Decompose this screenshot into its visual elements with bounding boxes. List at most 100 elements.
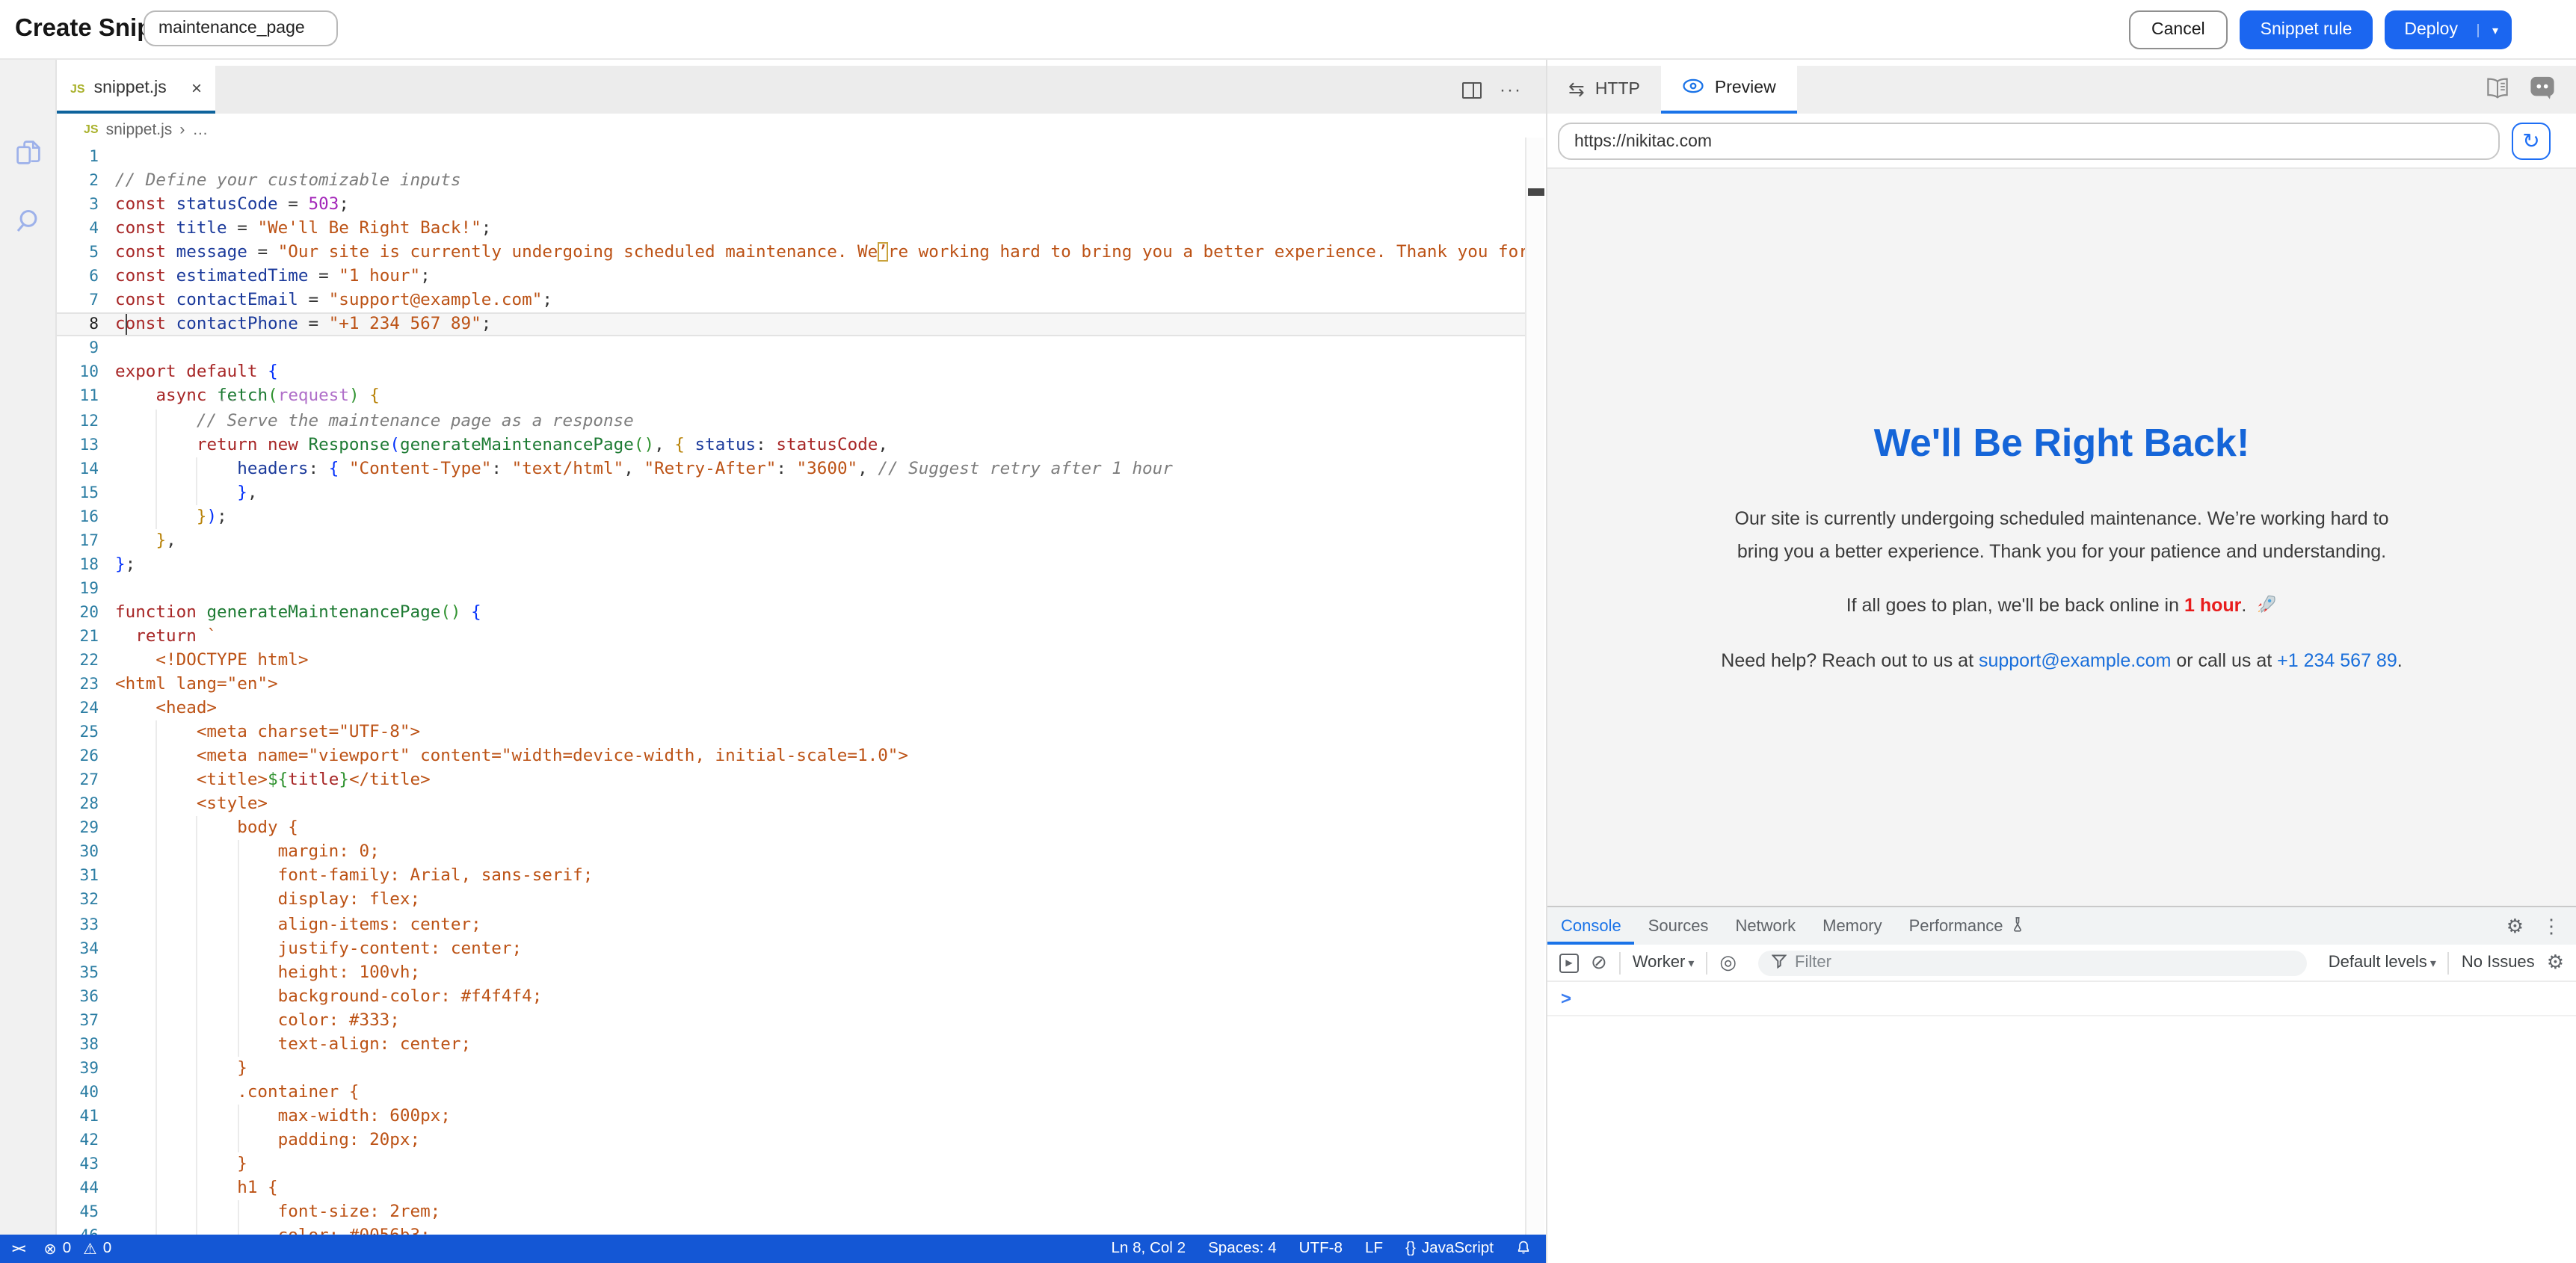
problems-indicator[interactable]: ⊗ 0 ⚠ 0 bbox=[44, 1240, 112, 1258]
live-expression-eye-icon[interactable]: ◎ bbox=[1719, 951, 1737, 975]
code-line[interactable]: 7const contactEmail = "support@example.c… bbox=[57, 289, 1525, 313]
code-line[interactable]: 23<html lang="en"> bbox=[57, 673, 1525, 697]
code-line[interactable]: 42 padding: 20px; bbox=[57, 1128, 1525, 1152]
deploy-dropdown-caret-icon[interactable]: ▾ bbox=[2477, 23, 2512, 37]
log-levels-dropdown[interactable]: Default levels▾ bbox=[2329, 954, 2436, 972]
line-number: 9 bbox=[57, 337, 115, 361]
devtools-tab-performance[interactable]: Performance bbox=[1896, 907, 2038, 945]
phone-link[interactable]: +1 234 567 89 bbox=[2277, 650, 2397, 671]
indentation-setting[interactable]: Spaces: 4 bbox=[1208, 1241, 1277, 1257]
code-line[interactable]: 11 async fetch(request) { bbox=[57, 385, 1525, 409]
code-line[interactable]: 43 } bbox=[57, 1152, 1525, 1176]
devtools-tab-network[interactable]: Network bbox=[1722, 907, 1809, 945]
code-line[interactable]: 17 }, bbox=[57, 529, 1525, 553]
deploy-button-label[interactable]: Deploy bbox=[2385, 21, 2477, 39]
docs-book-icon[interactable] bbox=[2485, 77, 2510, 102]
encoding-setting[interactable]: UTF-8 bbox=[1299, 1241, 1343, 1257]
code-line[interactable]: 34 justify-content: center; bbox=[57, 936, 1525, 960]
code-line[interactable]: 13 return new Response(generateMaintenan… bbox=[57, 433, 1525, 457]
discord-icon[interactable] bbox=[2530, 75, 2555, 105]
code-line[interactable]: 39 } bbox=[57, 1057, 1525, 1081]
code-line[interactable]: 41 max-width: 600px; bbox=[57, 1105, 1525, 1128]
kebab-menu-icon[interactable]: ⋮ bbox=[2542, 914, 2561, 938]
code-line[interactable]: 9 bbox=[57, 337, 1525, 361]
code-editor[interactable]: 12// Define your customizable inputs3con… bbox=[57, 145, 1525, 1235]
code-line[interactable]: 46 color: #0056b3; bbox=[57, 1224, 1525, 1235]
support-email-link[interactable]: support@example.com bbox=[1979, 650, 2171, 671]
code-line[interactable]: 36 background-color: #f4f4f4; bbox=[57, 984, 1525, 1008]
code-line[interactable]: 25 <meta charset="UTF-8"> bbox=[57, 720, 1525, 744]
notifications-bell-icon[interactable] bbox=[1516, 1238, 1531, 1259]
snippet-rule-button[interactable]: Snippet rule bbox=[2240, 10, 2373, 49]
console-prompt-row[interactable]: > bbox=[1547, 982, 2576, 1016]
code-line[interactable]: 4const title = "We'll Be Right Back!"; bbox=[57, 217, 1525, 241]
editor-scrollbar[interactable] bbox=[1525, 138, 1544, 1235]
code-line[interactable]: 16 }); bbox=[57, 504, 1525, 528]
code-line[interactable]: 31 font-family: Arial, sans-serif; bbox=[57, 865, 1525, 889]
code-line[interactable]: 44 h1 { bbox=[57, 1176, 1525, 1200]
console-sidebar-toggle-icon[interactable]: ▶ bbox=[1559, 953, 1579, 972]
code-line[interactable]: 35 height: 100vh; bbox=[57, 960, 1525, 984]
code-line[interactable]: 6const estimatedTime = "1 hour"; bbox=[57, 265, 1525, 288]
breadcrumb-file[interactable]: snippet.js bbox=[106, 120, 173, 138]
line-number: 40 bbox=[57, 1081, 115, 1105]
code-line[interactable]: 38 text-align: center; bbox=[57, 1032, 1525, 1056]
cursor-position[interactable]: Ln 8, Col 2 bbox=[1111, 1241, 1186, 1257]
line-number: 6 bbox=[57, 265, 115, 288]
remote-indicator-icon[interactable]: >< bbox=[12, 1241, 25, 1256]
code-line[interactable]: 30 margin: 0; bbox=[57, 841, 1525, 865]
code-line[interactable]: 32 display: flex; bbox=[57, 889, 1525, 912]
files-icon[interactable] bbox=[14, 139, 41, 173]
context-selector[interactable]: Worker▾ bbox=[1633, 954, 1695, 972]
code-line[interactable]: 15 }, bbox=[57, 481, 1525, 504]
code-line[interactable]: 1 bbox=[57, 145, 1525, 169]
code-line[interactable]: 33 align-items: center; bbox=[57, 912, 1525, 936]
code-line[interactable]: 22 <!DOCTYPE html> bbox=[57, 649, 1525, 673]
code-line[interactable]: 3const statusCode = 503; bbox=[57, 193, 1525, 217]
inline-hint-dots: ··· bbox=[218, 395, 250, 410]
console-filter-input[interactable]: Filter bbox=[1757, 950, 2308, 975]
code-line[interactable]: 21 return ` bbox=[57, 625, 1525, 649]
preview-url-input[interactable] bbox=[1558, 123, 2500, 160]
language-mode[interactable]: {} JavaScript bbox=[1405, 1241, 1494, 1257]
code-line[interactable]: 24 <head> bbox=[57, 697, 1525, 720]
deploy-button[interactable]: Deploy ▾ bbox=[2385, 10, 2512, 49]
code-line[interactable]: 10export default { bbox=[57, 361, 1525, 385]
devtools-tab-console[interactable]: Console bbox=[1547, 907, 1635, 945]
devtools-tab-sources[interactable]: Sources bbox=[1635, 907, 1722, 945]
code-line[interactable]: 2// Define your customizable inputs bbox=[57, 169, 1525, 193]
code-line[interactable]: 5const message = "Our site is currently … bbox=[57, 241, 1525, 265]
code-line[interactable]: 14 headers: { "Content-Type": "text/html… bbox=[57, 457, 1525, 481]
devtools-settings-gear-icon[interactable]: ⚙ bbox=[2506, 914, 2524, 938]
console-settings-gear-icon[interactable]: ⚙ bbox=[2547, 951, 2564, 975]
more-actions-icon[interactable]: ··· bbox=[1500, 79, 1522, 100]
refresh-button[interactable]: ↻ bbox=[2512, 123, 2551, 160]
clear-console-icon[interactable]: ⊘ bbox=[1591, 951, 1607, 975]
code-line[interactable]: 8const contactPhone = "+1 234 567 89"; bbox=[57, 313, 1525, 337]
cancel-button[interactable]: Cancel bbox=[2129, 10, 2228, 49]
split-editor-icon[interactable] bbox=[1462, 81, 1482, 98]
code-line[interactable]: 28 <style> bbox=[57, 793, 1525, 817]
close-tab-icon[interactable]: × bbox=[191, 78, 202, 99]
console-body[interactable]: > bbox=[1547, 982, 2576, 1016]
code-line[interactable]: 26 <meta name="viewport" content="width=… bbox=[57, 744, 1525, 768]
code-line[interactable]: 12 // Serve the maintenance page as a re… bbox=[57, 409, 1525, 433]
code-line[interactable]: 27 <title>${title}</title> bbox=[57, 768, 1525, 792]
code-line[interactable]: 19 bbox=[57, 577, 1525, 601]
code-line[interactable]: 37 color: #333; bbox=[57, 1008, 1525, 1032]
tab-http[interactable]: ⇆ HTTP bbox=[1547, 66, 1661, 114]
breadcrumb-more[interactable]: … bbox=[192, 120, 208, 138]
line-number: 7 bbox=[57, 289, 115, 313]
issues-counter[interactable]: No Issues bbox=[2462, 954, 2535, 972]
tab-preview[interactable]: Preview bbox=[1661, 66, 1797, 114]
eol-setting[interactable]: LF bbox=[1365, 1241, 1383, 1257]
snippet-name-input[interactable] bbox=[144, 10, 338, 46]
devtools-tab-memory[interactable]: Memory bbox=[1809, 907, 1895, 945]
code-line[interactable]: 29 body { bbox=[57, 817, 1525, 841]
code-line[interactable]: 40 .container { bbox=[57, 1081, 1525, 1105]
tab-snippet-js[interactable]: JS snippet.js × bbox=[57, 66, 215, 114]
code-line[interactable]: 45 font-size: 2rem; bbox=[57, 1200, 1525, 1224]
code-line[interactable]: 20function generateMaintenancePage() { bbox=[57, 601, 1525, 625]
code-line[interactable]: 18}; bbox=[57, 553, 1525, 577]
search-icon[interactable] bbox=[14, 208, 41, 242]
